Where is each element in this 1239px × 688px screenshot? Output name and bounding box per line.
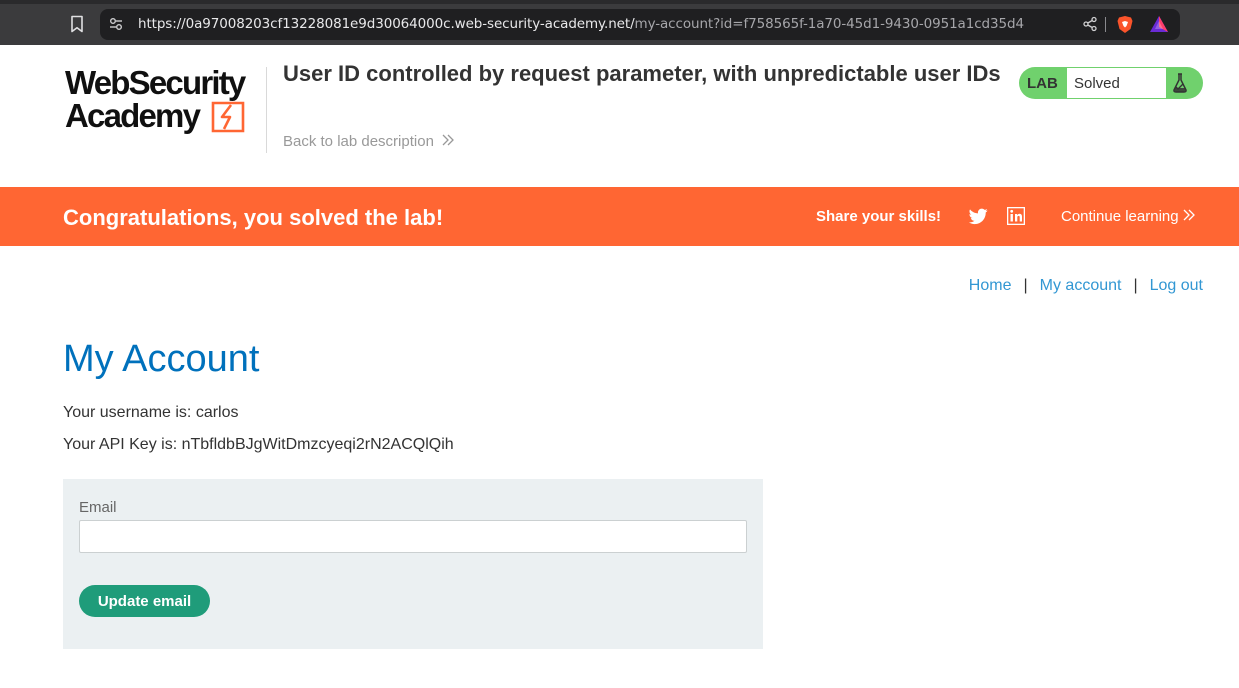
lab-solved-banner: Congratulations, you solved the lab! Sha… [0, 187, 1239, 246]
linkedin-icon[interactable] [1006, 206, 1026, 226]
banner-message: Congratulations, you solved the lab! [63, 205, 444, 230]
bookmark-icon[interactable] [68, 14, 86, 34]
share-skills-label: Share your skills! [816, 208, 942, 225]
page-title: My Account [63, 338, 260, 380]
share-icon[interactable] [1082, 16, 1098, 32]
academy-logo-mark-icon [211, 100, 245, 134]
brave-rewards-icon[interactable] [1149, 15, 1169, 34]
email-label: Email [79, 499, 117, 516]
brave-shield-icon[interactable] [1116, 15, 1134, 34]
nav-separator: | [1023, 277, 1028, 294]
nav-home-link[interactable]: Home [969, 277, 1012, 295]
api-key-line: Your API Key is: nTbfldbBJgWitDmzcyeqi2r… [63, 436, 454, 453]
url-host: https://0a97008203cf13228081e9d30064000c… [138, 16, 635, 32]
lab-header: WebSecurity Academy User ID controlled b… [0, 45, 1239, 187]
lab-status-value: Solved [1067, 68, 1166, 98]
browser-toolbar: https://0a97008203cf13228081e9d30064000c… [0, 0, 1239, 45]
double-chevron-right-icon [1183, 208, 1196, 225]
nav-separator: | [1133, 277, 1138, 294]
continue-learning-link[interactable]: Continue learning [1061, 208, 1196, 225]
update-email-form: Email Update email [63, 479, 763, 649]
nav-log-out-link[interactable]: Log out [1150, 277, 1203, 295]
web-security-academy-logo[interactable]: WebSecurity Academy [63, 66, 265, 138]
logo-line-1: WebSecurity [65, 64, 246, 101]
back-link-label: Back to lab description [283, 133, 434, 150]
update-email-button[interactable]: Update email [79, 585, 210, 617]
email-field[interactable] [79, 520, 747, 553]
flask-icon [1172, 73, 1188, 93]
site-settings-icon[interactable] [108, 16, 124, 32]
lab-title: User ID controlled by request parameter,… [283, 61, 1001, 86]
continue-learning-label: Continue learning [1061, 208, 1179, 225]
username-line: Your username is: carlos [63, 404, 239, 421]
address-bar[interactable]: https://0a97008203cf13228081e9d30064000c… [100, 9, 1180, 40]
url-text[interactable]: https://0a97008203cf13228081e9d30064000c… [138, 16, 1024, 32]
top-nav: Home | My account | Log out [969, 277, 1203, 295]
url-divider [1105, 17, 1106, 32]
twitter-icon[interactable] [968, 208, 988, 225]
double-chevron-right-icon [442, 133, 455, 150]
lab-status-badge: LAB Solved [1019, 67, 1203, 99]
lab-status-label: LAB [1027, 75, 1058, 92]
logo-line-2: Academy [65, 97, 201, 134]
back-to-lab-description-link[interactable]: Back to lab description [283, 133, 455, 150]
header-divider [266, 67, 267, 153]
nav-my-account-link[interactable]: My account [1040, 277, 1122, 295]
url-path: my-account?id=f758565f-1a70-45d1-9430-09… [634, 16, 1025, 32]
